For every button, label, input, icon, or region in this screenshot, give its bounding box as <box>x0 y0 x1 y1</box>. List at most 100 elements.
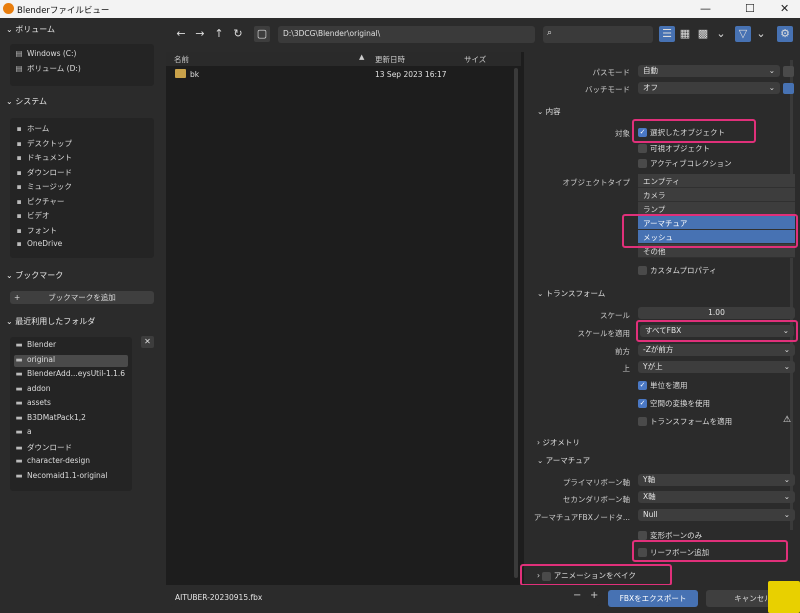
recent-folder-item[interactable]: ▬ Blender <box>14 340 128 352</box>
gear-icon[interactable]: ⚙ <box>777 26 793 42</box>
chevron-down-icon: ⌄ <box>768 83 775 92</box>
node-type-select[interactable]: Null ⌄ <box>638 509 795 521</box>
scale-field[interactable]: 1.00 <box>638 307 795 319</box>
apply-unit-checkbox[interactable]: ✓ <box>638 381 647 390</box>
col-size[interactable]: サイズ <box>464 54 486 65</box>
recent-folder-item[interactable]: ▬ original <box>14 354 128 367</box>
chevron-down-icon: ⌄ <box>783 475 790 484</box>
sidebar-item[interactable]: ▪ OneDrive <box>14 239 62 251</box>
list-view-icon[interactable]: ☰ <box>659 26 675 42</box>
back-icon[interactable]: ← <box>173 26 189 42</box>
detail-view-icon[interactable]: ▦ <box>677 26 693 42</box>
recent-folder-item[interactable]: ▬ BlenderAdd...eysUtil-1.1.6 <box>14 369 128 381</box>
object-type-empty[interactable]: エンプティ <box>638 174 795 188</box>
recent-folder-label: original <box>27 354 56 364</box>
path-field[interactable]: D:\3DCG\Blender\original\ <box>278 26 535 43</box>
maximize-icon[interactable]: ☐ <box>745 2 755 15</box>
sidebar-item[interactable]: ▪ ミュージック <box>14 181 71 193</box>
minimize-icon[interactable]: — <box>700 2 711 15</box>
sidebar-item[interactable]: ▪ フォント <box>14 225 57 237</box>
volume-item[interactable]: ▤ Windows (C:) <box>14 49 76 61</box>
home-icon: ▪ <box>16 124 22 133</box>
sidebar-item-label: ダウンロード <box>27 167 72 177</box>
blender-logo-icon <box>3 3 14 14</box>
recent-folder-item[interactable]: ▬ Necomaid1.1-original <box>14 471 128 483</box>
deform-only-checkbox[interactable] <box>638 531 647 540</box>
recent-folder-label: addon <box>27 383 51 393</box>
recent-folder-item[interactable]: ▬ addon <box>14 384 128 396</box>
batch-mode-select[interactable]: オフ ⌄ <box>638 82 780 94</box>
apply-transform-label: トランスフォームを適用 <box>650 417 733 426</box>
sidebar-item-label: フォント <box>27 225 57 235</box>
mascot-logo-icon <box>768 581 800 613</box>
bookmarks-header[interactable]: ⌄ ブックマーク <box>6 270 63 284</box>
file-list-header: 名前 ▲ 更新日時 サイズ <box>166 52 521 66</box>
geometry-section-header[interactable]: › ジオメトリ <box>537 437 580 448</box>
volume-item[interactable]: ▤ ボリューム (D:) <box>14 63 80 75</box>
system-header[interactable]: ⌄ システム <box>6 96 47 110</box>
recent-folder-item[interactable]: ▬ character-design <box>14 456 128 468</box>
sidebar-item-label: ドキュメント <box>27 153 72 162</box>
col-name[interactable]: 名前 <box>174 54 189 65</box>
custom-props-checkbox[interactable] <box>638 266 647 275</box>
file-date: 13 Sep 2023 16:17 <box>375 70 447 79</box>
object-type-camera[interactable]: カメラ <box>638 188 795 202</box>
transform-section-header[interactable]: ⌄ トランスフォーム <box>537 288 605 299</box>
recent-folder-item[interactable]: ▬ assets <box>14 398 128 410</box>
clear-recent-icon[interactable]: ✕ <box>141 336 154 348</box>
path-mode-value: 自動 <box>643 66 658 75</box>
scrollbar[interactable] <box>514 68 518 578</box>
recent-folder-item[interactable]: ▬ a <box>14 427 128 439</box>
highlight-box <box>622 214 798 248</box>
new-folder-icon[interactable]: ▢ <box>254 26 270 42</box>
parent-dir-icon[interactable]: ↑ <box>211 26 227 42</box>
recent-folder-item[interactable]: ▬ ダウンロード <box>14 442 128 454</box>
apply-transform-checkbox[interactable] <box>638 417 647 426</box>
sidebar-item[interactable]: ▪ ドキュメント <box>14 152 72 164</box>
secondary-bone-label: セカンダリボーン軸 <box>562 495 630 504</box>
search-input[interactable]: ⌕ <box>543 26 653 43</box>
refresh-icon[interactable]: ↻ <box>230 26 246 42</box>
visible-objects-checkbox[interactable] <box>638 144 647 153</box>
batch-own-dir-icon[interactable] <box>783 83 794 94</box>
options-scrollbar[interactable] <box>790 60 793 530</box>
file-browser <box>166 18 524 613</box>
sidebar-item-label: ピクチャー <box>27 196 65 206</box>
sort-up-icon[interactable]: ▲ <box>359 53 364 61</box>
sidebar-item[interactable]: ▪ ピクチャー <box>14 196 64 208</box>
custom-props-label: カスタムプロパティ <box>650 266 717 275</box>
volumes-header[interactable]: ⌄ ボリューム <box>6 24 55 38</box>
filter-options-icon[interactable]: ⌄ <box>753 26 769 42</box>
forward-select[interactable]: -Zが前方 ⌄ <box>638 344 795 356</box>
forward-icon[interactable]: → <box>192 26 208 42</box>
view-options-icon[interactable]: ⌄ <box>713 26 729 42</box>
table-row[interactable]: bk 13 Sep 2023 16:17 <box>168 68 513 81</box>
col-date[interactable]: 更新日時 <box>375 54 405 65</box>
filter-icon[interactable]: ▽ <box>735 26 751 42</box>
close-icon[interactable]: ✕ <box>780 2 789 15</box>
sidebar-item[interactable]: ▪ ビデオ <box>14 210 49 222</box>
path-mode-select[interactable]: 自動 ⌄ <box>638 65 780 77</box>
chevron-down-icon: ⌄ <box>768 66 775 75</box>
filename-input[interactable]: AITUBER-20230915.fbx <box>170 592 600 606</box>
recent-header[interactable]: ⌄ 最近利用したフォルダ <box>6 316 95 330</box>
secondary-bone-select[interactable]: X軸 ⌄ <box>638 491 795 503</box>
up-select[interactable]: Yが上 ⌄ <box>638 361 795 373</box>
add-bookmark-button[interactable]: + ブックマークを追加 <box>10 291 154 304</box>
sidebar-item[interactable]: ▪ デスクトップ <box>14 138 72 150</box>
recent-folder-item[interactable]: ▬ B3DMatPack1,2 <box>14 413 128 425</box>
space-transform-checkbox[interactable]: ✓ <box>638 399 647 408</box>
sidebar-item[interactable]: ▪ ダウンロード <box>14 167 72 179</box>
sidebar-item[interactable]: ▪ ホーム <box>14 123 49 135</box>
armature-section-header[interactable]: ⌄ アーマチュア <box>537 455 590 466</box>
primary-bone-select[interactable]: Y軸 ⌄ <box>638 474 795 486</box>
recent-folder-label: a <box>27 427 32 436</box>
add-bookmark-label: ブックマークを追加 <box>48 293 116 302</box>
embed-textures-icon[interactable] <box>783 66 794 77</box>
include-section-header[interactable]: ⌄ 内容 <box>537 106 561 117</box>
active-collection-checkbox[interactable] <box>638 159 647 168</box>
increment-icon[interactable]: + <box>590 590 598 601</box>
thumbnail-view-icon[interactable]: ▩ <box>695 26 711 42</box>
export-button[interactable]: FBXをエクスポート <box>608 590 698 607</box>
decrement-icon[interactable]: − <box>573 590 581 601</box>
